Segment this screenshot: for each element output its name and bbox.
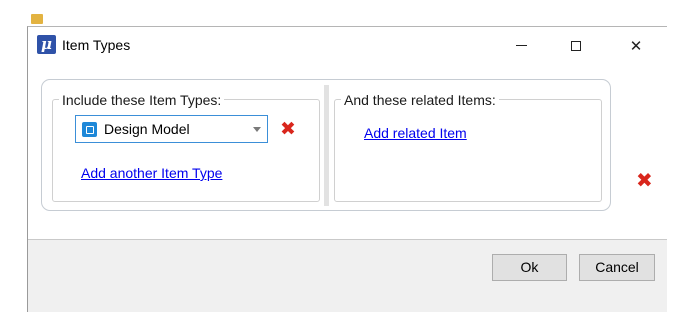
add-related-item-link[interactable]: Add related Item: [364, 125, 467, 141]
minimize-icon: [515, 45, 527, 46]
design-model-icon: [82, 122, 97, 137]
item-type-row-panel: Include these Item Types: Design Model ✖…: [41, 79, 611, 211]
ok-button[interactable]: Ok: [492, 254, 567, 281]
item-type-select-value: Design Model: [104, 121, 190, 137]
add-another-item-type-link[interactable]: Add another Item Type: [81, 165, 222, 181]
include-group-label: Include these Item Types:: [59, 91, 225, 109]
app-logo-icon: μ: [37, 35, 56, 54]
related-items-group: And these related Items: Add related Ite…: [334, 91, 602, 202]
item-types-dialog: μ Item Types ✕ Include these Item Types:…: [27, 26, 667, 312]
background-window-strip: [0, 0, 691, 26]
remove-row-icon[interactable]: ✖: [636, 170, 653, 190]
maximize-icon: [571, 40, 581, 51]
chevron-down-icon[interactable]: [253, 127, 261, 132]
related-group-label: And these related Items:: [341, 91, 499, 109]
cancel-button[interactable]: Cancel: [579, 254, 655, 281]
include-item-types-group: Include these Item Types: Design Model ✖…: [52, 91, 320, 202]
remove-item-type-icon[interactable]: ✖: [280, 119, 296, 139]
dialog-title: Item Types: [62, 37, 131, 53]
close-icon: ✕: [629, 37, 643, 55]
background-text: [512, 12, 572, 22]
title-bar: μ Item Types ✕: [28, 27, 667, 64]
item-type-select[interactable]: Design Model: [75, 115, 268, 143]
minimize-button[interactable]: [498, 27, 544, 64]
close-button[interactable]: ✕: [613, 27, 659, 64]
folder-icon: [31, 14, 43, 24]
panel-splitter[interactable]: [324, 85, 329, 206]
dialog-content: Include these Item Types: Design Model ✖…: [28, 64, 667, 240]
maximize-button[interactable]: [553, 27, 599, 64]
background-text: [52, 12, 187, 22]
